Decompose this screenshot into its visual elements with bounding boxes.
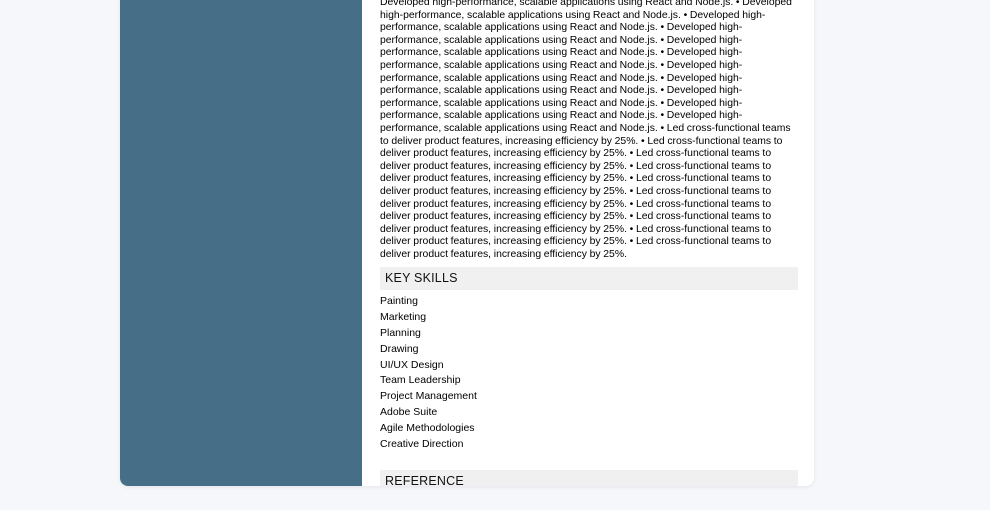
experience-description: Developed high-performance, scalable app…: [380, 0, 792, 260]
resume-main-column: Developed high-performance, scalable app…: [380, 0, 798, 486]
skill-item: Project Management: [380, 390, 477, 403]
skill-item: Painting: [380, 295, 418, 308]
skill-item: Marketing: [380, 311, 427, 324]
skill-item: Creative Direction: [380, 437, 464, 450]
skill-item: Drawing: [380, 342, 419, 355]
skill-item: UI/UX Design: [380, 358, 444, 371]
key-skills-heading: KEY SKILLS: [380, 267, 798, 291]
resume-page: Developed high-performance, scalable app…: [120, 0, 814, 486]
skill-item: Planning: [380, 327, 421, 340]
skill-item: Agile Methodologies: [380, 421, 475, 434]
skills-list: Painting Marketing Planning Drawing UI/U…: [380, 294, 798, 452]
skill-item: Team Leadership: [380, 374, 461, 387]
skill-item: Adobe Suite: [380, 406, 438, 419]
resume-sidebar: [120, 0, 362, 486]
reference-heading: REFERENCE: [380, 470, 798, 486]
